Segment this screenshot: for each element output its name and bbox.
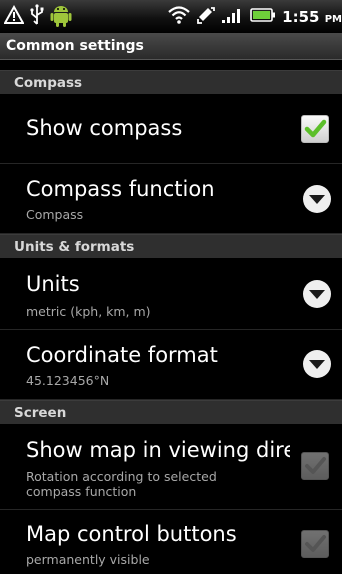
setting-title: Units <box>26 272 80 296</box>
setting-show-compass[interactable]: Show compass <box>0 94 342 164</box>
units-dropdown[interactable] <box>301 278 333 310</box>
signal-icon <box>222 7 244 27</box>
setting-coordinate-format[interactable]: Coordinate format 45.123456°N <box>0 330 342 400</box>
setting-summary: 45.123456°N <box>26 373 110 388</box>
clock-time: 1:55 <box>282 7 320 26</box>
section-header-screen: Screen <box>0 400 342 424</box>
checkmark-icon <box>305 535 326 552</box>
android-icon <box>50 3 72 31</box>
coordinate-format-dropdown[interactable] <box>301 348 333 380</box>
setting-map-control-buttons[interactable]: Map control buttons permanently visible <box>0 510 342 574</box>
sync-icon <box>196 5 216 29</box>
setting-summary: Rotation according to selected compass f… <box>26 469 217 499</box>
checkmark-icon <box>304 119 327 138</box>
checkmark-icon <box>305 457 326 474</box>
status-bar: 1:55 PM <box>0 0 342 33</box>
setting-units[interactable]: Units metric (kph, km, m) <box>0 258 342 330</box>
battery-icon <box>250 7 276 27</box>
setting-title: Map control buttons <box>26 522 237 546</box>
wifi-icon <box>168 5 190 28</box>
compass-function-dropdown[interactable] <box>301 183 333 215</box>
clock-ampm: PM <box>324 13 342 25</box>
usb-icon <box>30 3 44 30</box>
map-control-buttons-checkbox[interactable] <box>301 530 333 562</box>
setting-title: Coordinate format <box>26 343 218 367</box>
show-compass-checkbox[interactable] <box>301 115 333 147</box>
setting-summary: metric (kph, km, m) <box>26 304 151 319</box>
setting-title: Compass function <box>26 177 215 201</box>
show-map-viewing-direction-checkbox[interactable] <box>301 452 333 484</box>
chevron-down-icon <box>303 280 331 308</box>
setting-show-map-viewing-direction[interactable]: Show map in viewing direction Rotation a… <box>0 424 342 510</box>
setting-compass-function[interactable]: Compass function Compass <box>0 164 342 234</box>
checkbox-box <box>301 115 329 143</box>
clock: 1:55 PM <box>282 8 342 26</box>
setting-summary: Compass <box>26 207 84 222</box>
page-title: Common settings <box>0 33 342 60</box>
section-header-compass: Compass <box>0 70 342 94</box>
section-header-units-formats: Units & formats <box>0 234 342 258</box>
setting-summary: permanently visible <box>26 552 150 567</box>
checkbox-box <box>301 530 329 558</box>
checkbox-box <box>301 452 329 480</box>
setting-title: Show map in viewing direction <box>26 438 290 462</box>
warning-icon <box>3 4 25 29</box>
chevron-down-icon <box>303 185 331 213</box>
setting-title: Show compass <box>26 116 183 140</box>
chevron-down-icon <box>303 350 331 378</box>
